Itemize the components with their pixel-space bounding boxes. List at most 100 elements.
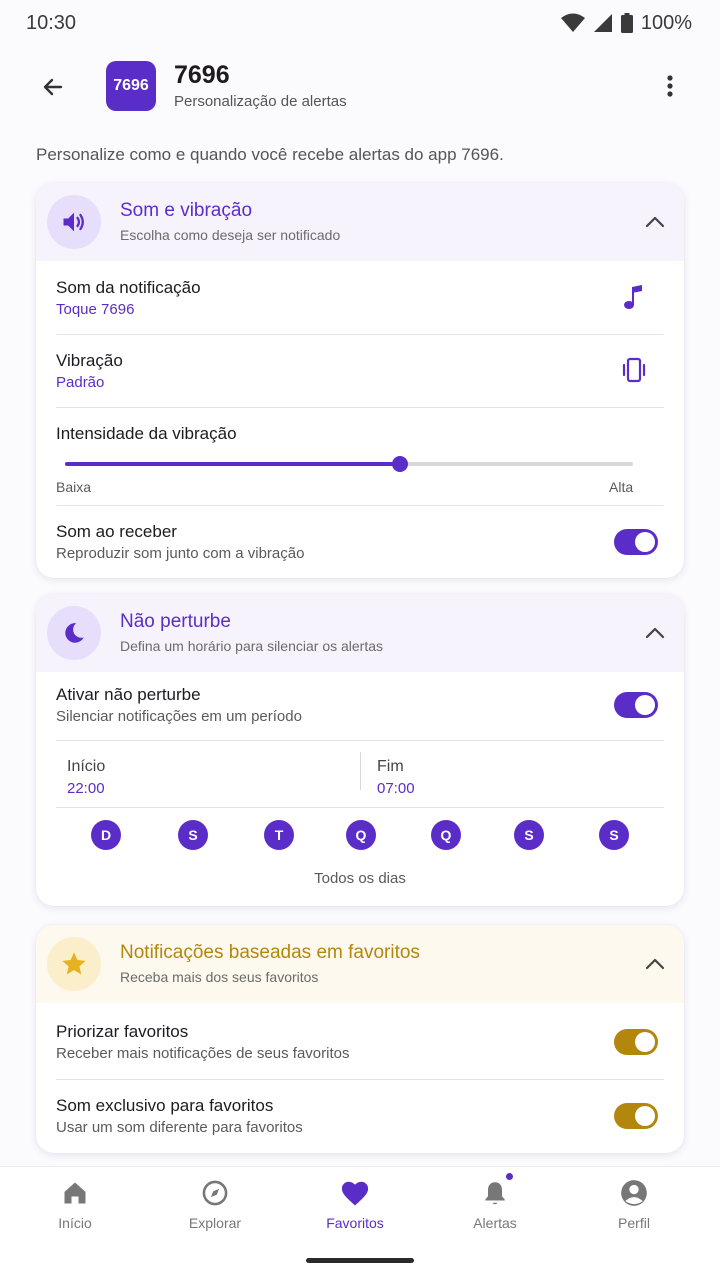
sound-on-receive-toggle[interactable] [614,529,658,555]
sound-card-header[interactable]: Som e vibração Escolha como deseja ser n… [36,183,684,261]
nav-label-home: Início [58,1215,92,1231]
prioritize-favorites-row: Priorizar favoritos Receber mais notific… [56,1005,664,1079]
wifi-icon [560,13,585,32]
toggle-knob [635,1032,655,1052]
page-subtitle: Personalização de alertas [174,93,347,110]
notification-sound-row[interactable]: Som da notificação Toque 7696 [56,261,664,334]
nav-item-alerts[interactable]: Alertas [435,1171,555,1237]
vibration-label: Vibração [56,351,123,370]
chevron-up-icon [645,627,665,639]
music-note-icon [618,281,650,313]
end-time-value: 07:00 [377,780,415,797]
exclusive-sound-toggle[interactable] [614,1103,658,1129]
home-indicator[interactable] [306,1258,414,1263]
day-saturday[interactable]: S [599,820,629,850]
enable-dnd-description: Silenciar notificações em um período [56,708,302,725]
enable-dnd-label: Ativar não perturbe [56,685,201,704]
day-wednesday[interactable]: Q [346,820,376,850]
exclusive-sound-description: Usar um som diferente para favoritos [56,1119,303,1136]
volume-icon [63,212,84,232]
chevron-up-icon [645,958,665,970]
sound-card-subtitle: Escolha como deseja ser notificado [120,227,341,243]
favorites-card-title: Notificações baseadas em favoritos [120,942,420,963]
end-time[interactable]: Fim 07:00 [377,758,415,797]
arrow-back-icon [43,78,63,96]
dnd-card-title: Não perturbe [120,611,231,632]
day-sunday[interactable]: D [91,820,121,850]
back-button[interactable] [34,68,72,106]
enable-dnd-toggle[interactable] [614,692,658,718]
battery-level: 100% [640,11,692,34]
dnd-card-header[interactable]: Não perturbe Defina um horário para sile… [36,594,684,672]
moon-icon [65,623,84,643]
collapse-button[interactable] [642,209,668,235]
home-icon [59,1177,91,1209]
nav-label-profile: Perfil [618,1215,650,1231]
nav-item-profile[interactable]: Perfil [574,1177,694,1237]
end-time-label: Fim [377,758,404,775]
status-icons: 100% [560,11,692,35]
vibration-value: Padrão [56,374,105,391]
day-tuesday[interactable]: T [264,820,294,850]
day-friday[interactable]: S [514,820,544,850]
sound-on-receive-description: Reproduzir som junto com a vibração [56,545,305,562]
slider-thumb[interactable] [392,456,409,472]
toggle-knob [635,532,655,552]
start-time[interactable]: Início 22:00 [67,758,105,797]
notification-badge [504,1171,515,1182]
sound-card-title: Som e vibração [120,200,253,221]
collapse-button[interactable] [642,951,668,977]
intensity-slider[interactable] [65,456,633,472]
day-monday[interactable]: S [178,820,208,850]
exclusive-sound-label: Som exclusivo para favoritos [56,1096,274,1115]
nav-label-favorites: Favoritos [326,1215,384,1231]
signal-icon [593,14,612,32]
time-divider [360,752,361,790]
notification-sound-label: Som da notificação [56,278,201,297]
chevron-up-icon [645,216,665,228]
sound-icon-wrapper [47,195,101,249]
battery-icon [620,13,633,33]
star-icon [62,952,86,975]
app-bar: 7696 7696 Personalização de alertas [0,56,720,118]
profile-icon [618,1177,650,1209]
favorites-card: Notificações baseadas em favoritos Receb… [36,925,684,1153]
days-caption: Todos os dias [314,870,406,887]
compass-icon [199,1177,231,1209]
dnd-card-subtitle: Defina um horário para silenciar os aler… [120,638,384,654]
toggle-knob [635,1106,655,1126]
bell-icon [479,1171,515,1209]
prioritize-favorites-toggle[interactable] [614,1029,658,1055]
app-logo: 7696 [106,61,156,111]
divider [56,407,664,408]
collapse-button[interactable] [642,620,668,646]
more-options-button[interactable] [652,68,688,104]
vibration-row[interactable]: Vibração Padrão [56,335,664,407]
page-title: 7696 [174,61,230,89]
more-vert-icon [667,75,673,97]
status-bar: 10:30 100% [0,0,720,46]
moon-icon-wrapper [47,606,101,660]
nav-item-home[interactable]: Início [15,1177,135,1237]
start-time-value: 22:00 [67,780,105,797]
vibration-icon [618,354,650,386]
sound-vibration-card: Som e vibração Escolha como deseja ser n… [36,183,684,578]
nav-item-favorites[interactable]: Favoritos [295,1177,415,1237]
sound-on-receive-label: Som ao receber [56,522,177,541]
divider [56,807,664,808]
nav-label-alerts: Alertas [473,1215,517,1231]
intensity-max-label: Alta [609,479,634,495]
day-thursday[interactable]: Q [431,820,461,850]
enable-dnd-row: Ativar não perturbe Silenciar notificaçõ… [56,672,664,740]
start-time-label: Início [67,758,106,775]
nav-item-explore[interactable]: Explorar [155,1177,275,1237]
heart-icon [339,1177,371,1209]
intensity-label: Intensidade da vibração [56,424,237,443]
favorites-card-header[interactable]: Notificações baseadas em favoritos Receb… [36,925,684,1003]
nav-label-explore: Explorar [188,1215,242,1231]
exclusive-sound-row: Som exclusivo para favoritos Usar um som… [56,1080,664,1152]
sound-on-receive-row: Som ao receber Reproduzir som junto com … [56,506,664,578]
prioritize-favorites-description: Receber mais notificações de seus favori… [56,1045,350,1062]
toggle-knob [635,695,655,715]
intensity-min-label: Baixa [56,479,92,495]
